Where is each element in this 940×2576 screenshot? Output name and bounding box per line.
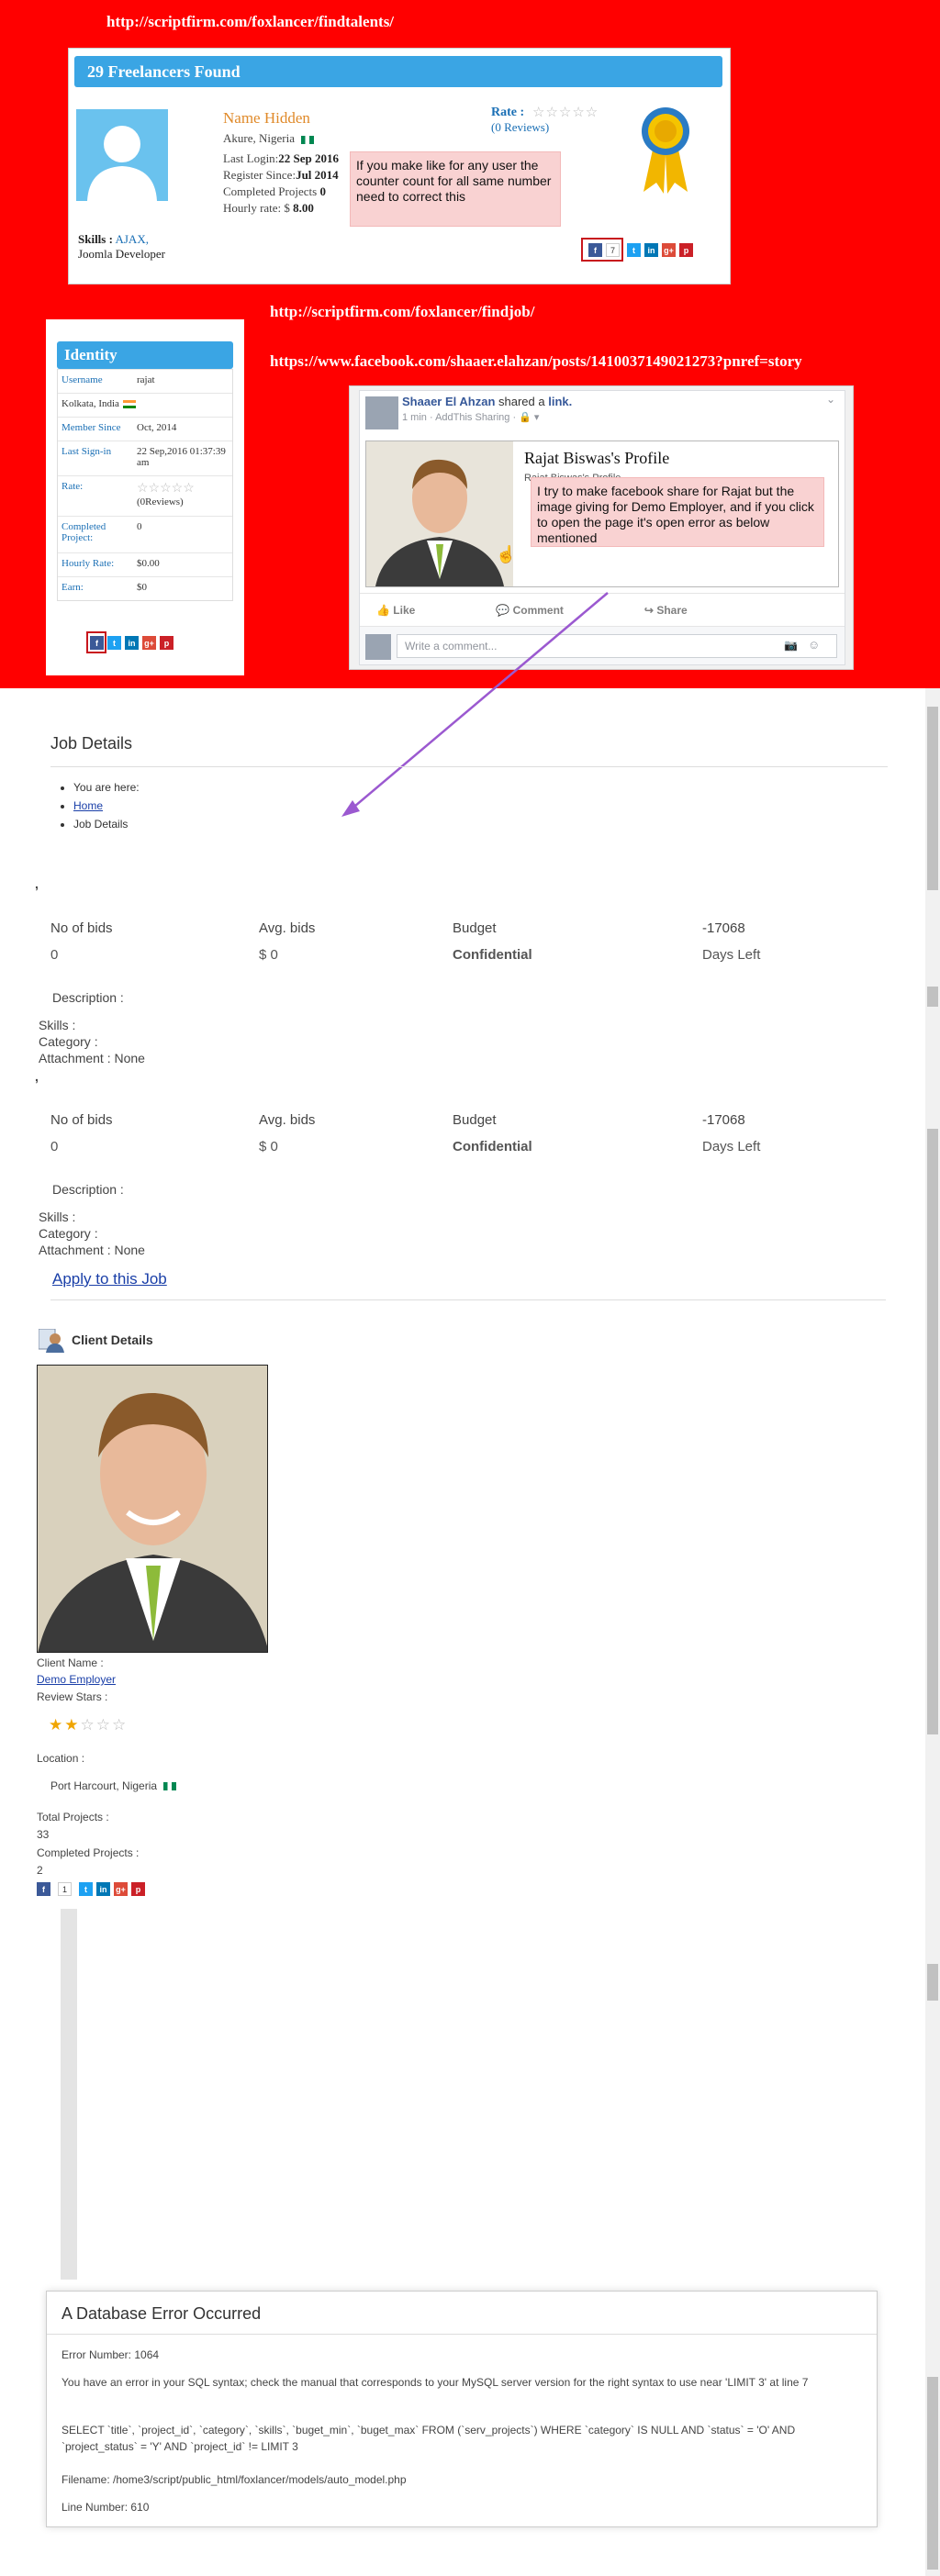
empty-sidebar-strip (61, 1909, 77, 2280)
error-title: A Database Error Occurred (62, 2304, 262, 2323)
skills-label: Skills : (39, 1018, 76, 1032)
budget-header: Budget (453, 920, 497, 936)
facebook-share-icon[interactable]: f (37, 1882, 50, 1896)
googleplus-share-icon[interactable]: g+ (114, 1882, 128, 1896)
bids-header: No of bids (50, 920, 113, 936)
completed-projects-label: Completed Projects : (37, 1846, 140, 1859)
breadcrumb-home-link[interactable]: Home (73, 799, 103, 812)
scrollbar-thumb[interactable] (927, 1964, 938, 2001)
scrollbar-thumb[interactable] (927, 987, 938, 1007)
total-projects-value: 33 (37, 1828, 50, 1841)
avg-bids-header: Avg. bids (259, 920, 316, 936)
client-share-buttons: f 1 t in g+ p (37, 1882, 149, 1896)
days-left-label: Days Left (702, 947, 761, 963)
avg-bids-header: Avg. bids (259, 1112, 316, 1128)
star-filled-icon: ★ (64, 1716, 81, 1734)
error-message: You have an error in your SQL syntax; ch… (62, 2376, 809, 2389)
stray-comma: , (35, 1069, 39, 1084)
category-label: Category : (39, 1034, 98, 1049)
days-count: -17068 (702, 920, 745, 936)
share-counter: 1 (58, 1882, 72, 1896)
apply-job-link[interactable]: Apply to this Job (52, 1270, 167, 1288)
bids-header: No of bids (50, 1112, 113, 1128)
scrollbar-thumb[interactable] (927, 707, 938, 890)
divider (50, 766, 888, 767)
star-filled-icon: ★ (49, 1716, 65, 1734)
scrollbar-thumb[interactable] (927, 2377, 938, 2570)
scrollbar-thumb[interactable] (927, 1129, 938, 1734)
budget-value: Confidential (453, 1139, 532, 1154)
attachment-label: Attachment : None (39, 1051, 145, 1065)
breadcrumb-prefix: You are here: (73, 778, 140, 797)
location-label: Location : (37, 1752, 85, 1765)
error-line: Line Number: 610 (62, 2501, 150, 2514)
days-count: -17068 (702, 1112, 745, 1128)
attachment-label: Attachment : None (39, 1243, 145, 1257)
error-query: SELECT `title`, `project_id`, `category`… (62, 2424, 796, 2453)
twitter-share-icon[interactable]: t (79, 1882, 93, 1896)
skills-label: Skills : (39, 1210, 76, 1224)
review-stars: ★★☆☆☆ (49, 1716, 128, 1734)
client-location: Port Harcourt, Nigeria (50, 1779, 177, 1792)
budget-header: Budget (453, 1112, 497, 1128)
category-label: Category : (39, 1226, 98, 1241)
page-title: Job Details (50, 734, 133, 753)
error-filename: Filename: /home3/script/public_html/foxl… (62, 2473, 407, 2486)
description-label: Description : (52, 1182, 124, 1197)
client-details-heading: Client Details (72, 1333, 153, 1347)
total-projects-label: Total Projects : (37, 1811, 109, 1823)
avg-bids-value: $ 0 (259, 1139, 278, 1154)
avg-bids-value: $ 0 (259, 947, 278, 963)
breadcrumb-current: Job Details (73, 815, 140, 833)
completed-projects-value: 2 (37, 1864, 43, 1877)
star-empty-icon: ☆ (80, 1716, 96, 1734)
pinterest-share-icon[interactable]: p (131, 1882, 145, 1896)
breadcrumb: You are here: Home Job Details (60, 778, 140, 833)
nigeria-flag-icon (163, 1782, 177, 1791)
stray-comma: , (35, 876, 39, 891)
client-photo (37, 1365, 268, 1653)
error-number: Error Number: 1064 (62, 2348, 160, 2361)
page: http://scriptfirm.com/foxlancer/findtale… (0, 0, 940, 2576)
divider (47, 2334, 877, 2335)
star-empty-icon: ☆ (95, 1716, 112, 1734)
client-name-label: Client Name : (37, 1656, 104, 1669)
budget-value: Confidential (453, 947, 532, 963)
client-name: Demo Employer (37, 1673, 116, 1686)
annotation-arrow (341, 592, 609, 817)
database-error-box: A Database Error Occurred Error Number: … (46, 2291, 878, 2527)
client-icon (38, 1328, 64, 1353)
breadcrumb-item: Home (73, 797, 140, 815)
bids-value: 0 (50, 947, 59, 963)
linkedin-share-icon[interactable]: in (96, 1882, 110, 1896)
client-name-link[interactable]: Demo Employer (37, 1673, 116, 1686)
description-label: Description : (52, 990, 124, 1005)
review-stars-label: Review Stars : (37, 1690, 108, 1703)
client-location-text: Port Harcourt, Nigeria (50, 1779, 158, 1792)
bids-value: 0 (50, 1139, 59, 1154)
star-empty-icon: ☆ (112, 1716, 129, 1734)
days-left-label: Days Left (702, 1139, 761, 1154)
divider (50, 1299, 886, 1300)
